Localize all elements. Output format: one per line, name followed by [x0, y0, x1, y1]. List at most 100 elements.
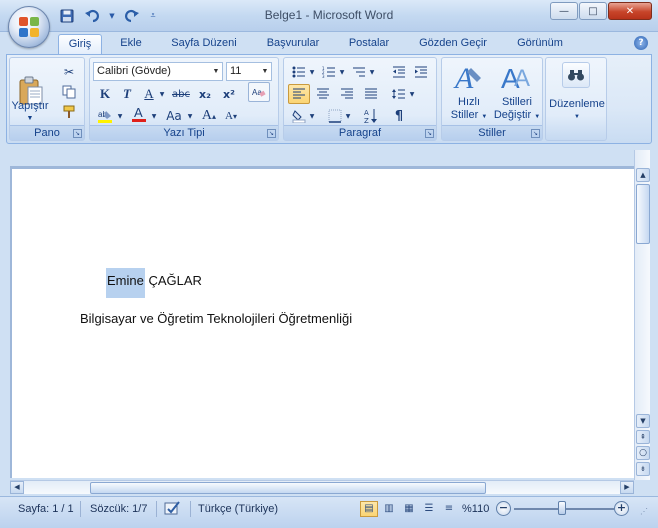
grow-font-button[interactable]: A ▴ — [198, 106, 220, 126]
styles-launcher-icon[interactable]: ↘ — [531, 129, 540, 138]
highlight-dropdown-icon[interactable]: ▼ — [116, 106, 124, 126]
document-area: Emine ÇAĞLAR Bilgisayar ve Öğretim Tekno… — [10, 166, 634, 478]
tab-giris[interactable]: Giriş — [58, 34, 102, 54]
change-case-dropdown-icon[interactable]: ▼ — [186, 106, 194, 126]
horizontal-scroll-thumb[interactable] — [90, 482, 486, 494]
clipboard-launcher-icon[interactable]: ↘ — [73, 129, 82, 138]
multilevel-list-icon[interactable] — [348, 62, 370, 82]
svg-text:A: A — [514, 65, 530, 92]
font-size-combo[interactable]: 11 ▼ — [226, 62, 272, 81]
zoom-in-icon[interactable]: + — [614, 501, 629, 516]
outline-view-icon[interactable]: ☰ — [420, 501, 438, 517]
tab-sayfa-duzeni[interactable]: Sayfa Düzeni — [164, 34, 244, 54]
word-count[interactable]: Sözcük: 1/7 — [90, 503, 147, 515]
multilevel-dropdown-icon[interactable]: ▼ — [368, 62, 376, 82]
tab-gozden-gecir[interactable]: Gözden Geçir — [410, 34, 496, 54]
line-spacing-icon[interactable] — [388, 84, 410, 104]
selected-text[interactable]: Emine — [106, 268, 145, 298]
paragraph-launcher-icon[interactable]: ↘ — [425, 129, 434, 138]
editing-group[interactable]: Düzenleme ▼ — [545, 57, 607, 141]
document-line-2[interactable]: Bilgisayar ve Öğretim Teknolojileri Öğre… — [80, 311, 352, 326]
draft-view-icon[interactable]: ≡ — [440, 501, 458, 517]
zoom-out-icon[interactable]: − — [496, 501, 511, 516]
document-line-1[interactable]: Emine ÇAĞLAR — [106, 268, 202, 298]
web-layout-icon[interactable]: ▦ — [400, 501, 418, 517]
change-case-button[interactable]: Aa — [162, 106, 186, 126]
zoom-level[interactable]: %110 — [462, 503, 489, 515]
select-browse-object-icon[interactable]: ○ — [636, 446, 650, 460]
bold-button[interactable]: K — [94, 84, 116, 104]
svg-text:A: A — [453, 62, 474, 92]
language-indicator[interactable]: Türkçe (Türkiye) — [198, 503, 278, 515]
tab-ekle[interactable]: Ekle — [112, 34, 150, 54]
strikethrough-button[interactable]: abc — [170, 84, 192, 104]
paste-dropdown-icon[interactable]: ▼ — [24, 112, 36, 125]
document-page[interactable]: Emine ÇAĞLAR Bilgisayar ve Öğretim Tekno… — [12, 169, 634, 478]
shading-dropdown-icon[interactable]: ▼ — [308, 106, 316, 126]
cut-icon[interactable]: ✂ — [58, 62, 80, 82]
font-launcher-icon[interactable]: ↘ — [267, 129, 276, 138]
bullets-icon[interactable] — [288, 62, 310, 82]
copy-icon[interactable] — [58, 82, 80, 102]
office-logo-icon — [19, 17, 39, 37]
previous-page-icon[interactable]: ⇞ — [636, 430, 650, 444]
scroll-left-icon[interactable]: ◀ — [10, 481, 24, 494]
office-button[interactable] — [8, 6, 50, 48]
clear-formatting-icon[interactable]: Aa — [248, 82, 270, 102]
font-color-icon[interactable]: A — [128, 104, 150, 124]
borders-icon[interactable] — [324, 106, 346, 126]
underline-button[interactable]: A — [138, 84, 160, 104]
resize-grip-icon[interactable]: ⋰ — [640, 507, 648, 516]
shading-icon[interactable] — [288, 106, 310, 126]
print-layout-view-icon[interactable]: ▤ — [360, 501, 378, 517]
full-screen-reading-icon[interactable]: ▥ — [380, 501, 398, 517]
font-name-combo[interactable]: Calibri (Gövde) ▼ — [93, 62, 223, 81]
decrease-indent-icon[interactable] — [388, 62, 410, 82]
borders-dropdown-icon[interactable]: ▼ — [344, 106, 352, 126]
justify-icon[interactable] — [360, 84, 382, 104]
bullets-dropdown-icon[interactable]: ▼ — [308, 62, 316, 82]
underline-dropdown-icon[interactable]: ▼ — [158, 84, 166, 104]
page-indicator[interactable]: Sayfa: 1 / 1 — [18, 503, 74, 515]
line-spacing-dropdown-icon[interactable]: ▼ — [408, 84, 416, 104]
scroll-down-icon[interactable]: ▼ — [636, 414, 650, 428]
superscript-button[interactable]: x² — [218, 84, 240, 104]
align-right-icon[interactable] — [336, 84, 358, 104]
horizontal-scrollbar[interactable]: ◀ ▶ — [10, 480, 634, 494]
sort-icon[interactable]: AZ — [360, 106, 382, 126]
subscript-button[interactable]: x₂ — [194, 84, 216, 104]
maximize-button[interactable]: □ — [579, 2, 607, 20]
next-page-icon[interactable]: ⇟ — [636, 462, 650, 476]
highlight-icon[interactable]: ab — [94, 106, 116, 126]
align-left-icon[interactable] — [288, 84, 310, 104]
scroll-up-icon[interactable]: ▲ — [636, 168, 650, 182]
numbering-dropdown-icon[interactable]: ▼ — [338, 62, 346, 82]
vertical-scrollbar[interactable]: ▲ ▼ ⇞ ○ ⇟ — [634, 150, 650, 480]
font-color-dropdown-icon[interactable]: ▼ — [150, 106, 158, 126]
numbering-icon[interactable]: 123 — [318, 62, 340, 82]
align-center-icon[interactable] — [312, 84, 334, 104]
font-name-value: Calibri (Gövde) — [97, 65, 171, 77]
font-name-dropdown-icon[interactable]: ▼ — [210, 63, 222, 80]
tab-postalar[interactable]: Postalar — [340, 34, 398, 54]
font-size-dropdown-icon[interactable]: ▼ — [259, 63, 271, 80]
help-icon[interactable]: ? — [634, 36, 648, 50]
ribbon: Yapıştır ▼ ✂ Pano ↘ Calibri (Gövde) ▼ 11… — [6, 54, 652, 144]
italic-button[interactable]: T — [116, 84, 138, 104]
close-button[interactable]: ✕ — [608, 2, 652, 20]
tab-basvurular[interactable]: Başvurular — [258, 34, 328, 54]
minimize-button[interactable]: — — [550, 2, 578, 20]
tab-gorunum[interactable]: Görünüm — [506, 34, 574, 54]
zoom-slider-thumb[interactable] — [558, 501, 566, 515]
proofing-icon[interactable] — [164, 500, 182, 519]
scroll-right-icon[interactable]: ▶ — [620, 481, 634, 494]
show-formatting-marks-icon[interactable]: ¶ — [388, 106, 410, 126]
clipboard-group: Yapıştır ▼ ✂ Pano ↘ — [9, 57, 85, 141]
shrink-font-button[interactable]: A ▾ — [220, 106, 242, 126]
quick-styles-label-2: Stiller ▼ — [450, 109, 488, 121]
increase-indent-icon[interactable] — [410, 62, 432, 82]
vertical-scroll-thumb[interactable] — [636, 184, 650, 244]
paragraph-group: ▼ 123 ▼ ▼ ▼ ▼ ▼ A Z ¶ Paragraf ↘ — [283, 57, 437, 141]
format-painter-icon[interactable] — [58, 102, 80, 122]
svg-text:3: 3 — [322, 74, 325, 78]
